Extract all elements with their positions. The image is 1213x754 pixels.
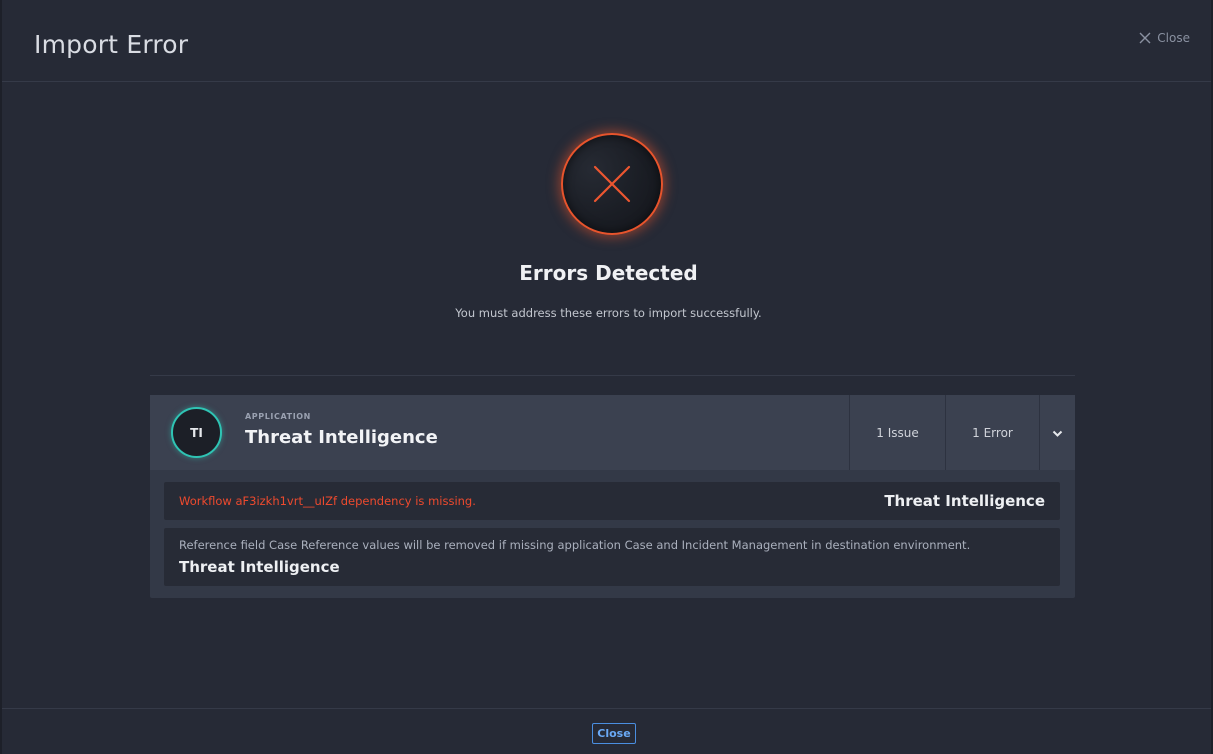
list-item-warning: Reference field Case Reference values wi… <box>164 528 1060 586</box>
header-close-label: Close <box>1157 31 1190 45</box>
error-x-icon <box>561 133 663 235</box>
application-card: TI APPLICATION Threat Intelligence 1 Iss… <box>150 395 1075 598</box>
application-kicker: APPLICATION <box>245 412 311 421</box>
modal-footer: Close <box>2 708 1211 754</box>
section-divider <box>150 375 1075 376</box>
close-icon <box>1139 32 1151 44</box>
warning-message: Reference field Case Reference values wi… <box>179 538 971 552</box>
warning-application: Threat Intelligence <box>179 558 340 576</box>
expand-toggle-button[interactable] <box>1039 395 1075 470</box>
page-title: Import Error <box>34 30 189 59</box>
avatar: TI <box>171 407 222 458</box>
errors-detected-heading: Errors Detected <box>519 261 698 285</box>
list-item-error: Workflow aF3izkh1vrt__uIZf dependency is… <box>164 482 1060 520</box>
application-card-header[interactable]: TI APPLICATION Threat Intelligence 1 Iss… <box>150 395 1075 470</box>
error-message: Workflow aF3izkh1vrt__uIZf dependency is… <box>179 494 476 508</box>
modal-header: Import Error Close <box>2 0 1211 82</box>
errors-detected-subtitle: You must address these errors to import … <box>455 306 762 320</box>
chevron-down-icon <box>1052 423 1063 442</box>
header-close-button[interactable]: Close <box>1139 31 1190 45</box>
error-count: 1 Error <box>945 395 1039 470</box>
close-button[interactable]: Close <box>592 723 636 744</box>
error-application: Threat Intelligence <box>884 492 1045 510</box>
import-error-modal: Import Error Close Errors Detected You m… <box>0 0 1213 754</box>
issue-count: 1 Issue <box>849 395 945 470</box>
application-name: Threat Intelligence <box>245 427 438 448</box>
